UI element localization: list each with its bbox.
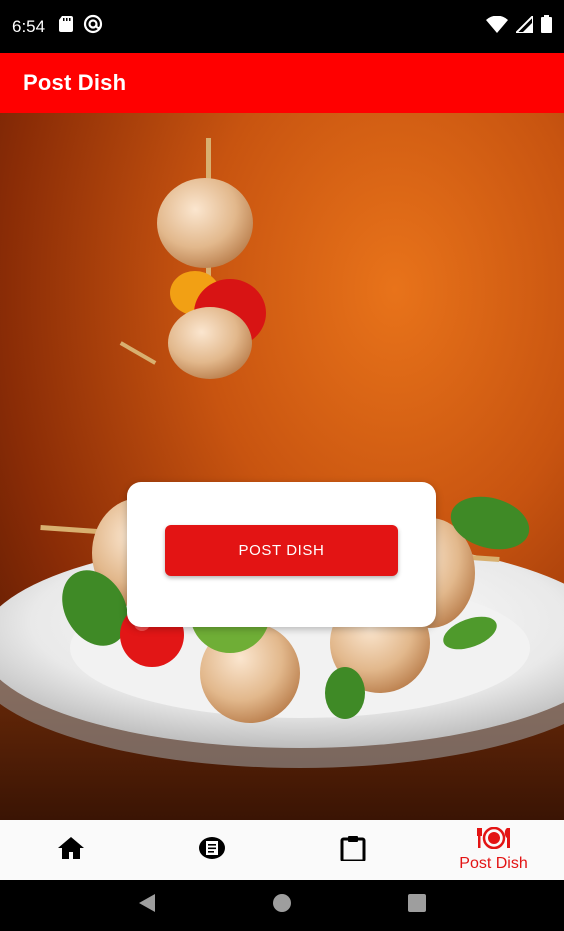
nav-item-clipboard[interactable]	[282, 820, 423, 880]
nav-item-home[interactable]	[0, 820, 141, 880]
post-dish-card: POST DISH	[127, 482, 436, 627]
post-dish-button[interactable]: POST DISH	[165, 525, 398, 576]
home-icon	[57, 836, 84, 864]
clipboard-icon	[340, 835, 366, 866]
bottom-navigation: Post Dish	[0, 820, 564, 880]
dining-icon	[476, 826, 511, 854]
receipt-icon	[198, 836, 225, 864]
nav-label-post-dish: Post Dish	[459, 855, 528, 872]
status-time: 6:54	[12, 16, 46, 36]
nav-item-post-dish[interactable]: Post Dish	[423, 820, 564, 880]
recents-icon[interactable]	[407, 893, 427, 918]
signal-icon	[513, 13, 534, 38]
app-bar: Post Dish	[0, 53, 564, 113]
dish-background-image: POST DISH	[0, 113, 564, 820]
page-title: Post Dish	[23, 70, 127, 95]
status-bar: 6:54	[0, 0, 564, 53]
nav-item-orders[interactable]	[141, 820, 282, 880]
wifi-icon	[486, 15, 508, 38]
at-sign-icon	[83, 14, 103, 39]
home-circle-icon[interactable]	[272, 893, 292, 918]
battery-icon	[541, 15, 552, 38]
sd-card-icon	[59, 16, 74, 37]
back-icon[interactable]	[137, 893, 157, 918]
system-navigation-bar	[0, 880, 564, 931]
grilled-chicken-skewers-photo	[0, 138, 564, 820]
